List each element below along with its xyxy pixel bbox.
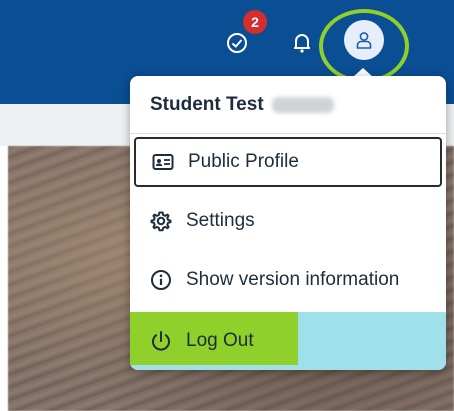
logout-label: Log Out [186, 330, 254, 351]
user-avatar-button[interactable] [344, 20, 384, 60]
public-profile-label: Public Profile [188, 151, 299, 172]
redacted-surname [271, 96, 334, 113]
info-icon [150, 269, 172, 291]
id-card-icon [152, 151, 174, 173]
power-icon [150, 330, 172, 352]
tasks-badge: 2 [243, 10, 267, 34]
check-circle-icon [227, 33, 247, 53]
user-icon [356, 32, 372, 49]
version-info-label: Show version information [186, 269, 400, 290]
settings-label: Settings [186, 210, 255, 231]
public-profile-menu-item[interactable]: Public Profile [134, 137, 442, 187]
logout-menu-item[interactable]: Log Out [130, 312, 446, 370]
gear-icon [150, 210, 172, 232]
user-menu: Student Test Public Profile Settings Sho… [130, 76, 446, 370]
settings-menu-item[interactable]: Settings [130, 192, 446, 250]
user-name: Student Test [150, 93, 264, 115]
version-info-menu-item[interactable]: Show version information [130, 251, 446, 309]
notifications-button[interactable] [287, 28, 317, 58]
left-margin [0, 146, 8, 411]
user-menu-header: Student Test [130, 76, 446, 134]
bell-icon [294, 34, 310, 53]
